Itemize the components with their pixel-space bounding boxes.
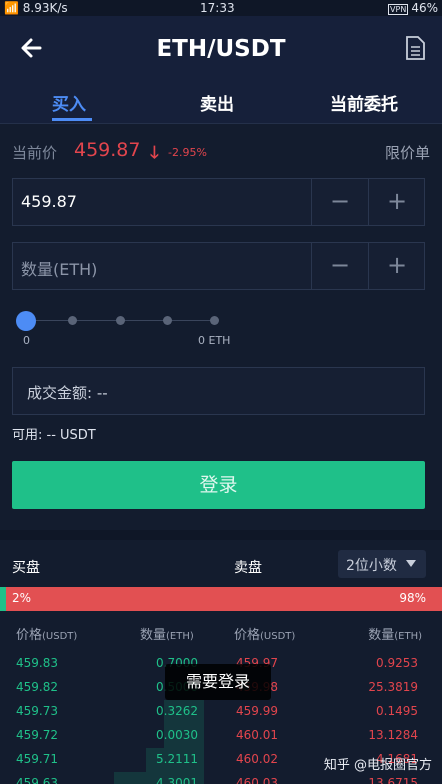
clock: 17:33 [200, 1, 235, 15]
sell-qty: 0.9253 [376, 656, 418, 670]
slider-step[interactable] [163, 316, 172, 325]
slider-step[interactable] [68, 316, 77, 325]
price-minus-button[interactable]: − [311, 179, 368, 225]
available-balance: 可用: -- USDT [12, 428, 96, 443]
slider-min-label: 0 [23, 334, 30, 347]
buy-price: 459.72 [16, 728, 58, 742]
total-amount-text: 成交金额: -- [27, 384, 108, 402]
page-title: ETH/USDT [156, 36, 286, 62]
col-buy-qty: 数量(ETH) [140, 628, 194, 643]
price-input[interactable]: 459.87 [21, 192, 77, 211]
current-price-label: 当前价 [12, 144, 58, 162]
buy-price: 459.71 [16, 752, 58, 766]
sell-price: 460.03 [236, 776, 278, 784]
signal-speed: 📶 8.93K/s [4, 1, 68, 15]
price-plus-button[interactable]: + [368, 179, 425, 225]
login-required-toast: 需要登录 [165, 664, 271, 700]
col-sell-price: 价格(USDT) [234, 628, 296, 643]
orderbook-header: 买盘 卖盘 2位小数 [0, 548, 442, 584]
caret-down-icon [406, 560, 416, 567]
battery-level: 46% [411, 1, 438, 15]
arrow-down-icon: 🡓 [150, 143, 159, 163]
col-buy-price: 价格(USDT) [16, 628, 78, 643]
sell-qty: 13.6715 [368, 776, 418, 784]
sell-price: 460.01 [236, 728, 278, 742]
price-change-percent: -2.95% [168, 146, 207, 159]
sell-qty: 13.1284 [368, 728, 418, 742]
sell-qty: 0.1495 [376, 704, 418, 718]
decimals-dropdown[interactable]: 2位小数 [338, 550, 426, 578]
sell-ratio: 98% [399, 591, 426, 605]
tab-sell[interactable]: 卖出 [200, 90, 234, 115]
buy-qty: 4.3001 [156, 776, 198, 784]
sell-price: 460.02 [236, 752, 278, 766]
buy-price: 459.82 [16, 680, 58, 694]
document-icon[interactable] [404, 36, 426, 60]
amount-input-field[interactable]: 数量(ETH) − + [12, 242, 425, 290]
slider-handle[interactable] [16, 311, 36, 331]
col-sell-qty: 数量(ETH) [368, 628, 422, 643]
buy-ratio: 2% [12, 591, 32, 605]
sell-qty: 25.3819 [368, 680, 418, 694]
orderbook-row[interactable]: 459.72 0.0030 460.01 13.1284 [0, 724, 442, 748]
vpn-badge: VPN [388, 4, 409, 15]
section-divider [0, 530, 442, 540]
active-tab-indicator [52, 118, 92, 121]
current-price-row: 当前价 459.87 🡓 -2.95% 限价单 [12, 139, 430, 164]
buy-ratio-fill [0, 587, 6, 611]
amount-input[interactable]: 数量(ETH) [21, 256, 97, 280]
buy-price: 459.73 [16, 704, 58, 718]
buy-price: 459.83 [16, 656, 58, 670]
slider-step[interactable] [116, 316, 125, 325]
orderbook-columns: 价格(USDT) 数量(ETH) 价格(USDT) 数量(ETH) [0, 622, 442, 644]
login-button[interactable]: 登录 [12, 461, 425, 509]
buy-price: 459.63 [16, 776, 58, 784]
buy-qty: 5.2111 [156, 752, 198, 766]
battery-area: VPN 46% [388, 1, 438, 15]
orderbook-row[interactable]: 459.63 4.3001 460.03 13.6715 [0, 772, 442, 784]
total-amount-field: 成交金额: -- [12, 367, 425, 415]
tab-buy[interactable]: 买入 [52, 90, 86, 115]
amount-minus-button[interactable]: − [311, 243, 368, 289]
orderbook-row[interactable]: 459.73 0.3262 459.99 0.1495 [0, 700, 442, 724]
status-bar: 📶 8.93K/s 17:33 VPN 46% [0, 0, 442, 16]
tab-open-orders[interactable]: 当前委托 [330, 90, 398, 115]
buy-side-label: 买盘 [12, 560, 40, 576]
slider-step[interactable] [210, 316, 219, 325]
buy-qty: 0.0030 [156, 728, 198, 742]
decimals-value: 2位小数 [346, 558, 397, 574]
buy-sell-ratio-bar: 2% 98% [0, 587, 442, 611]
sell-price: 459.99 [236, 704, 278, 718]
buy-qty: 0.3262 [156, 704, 198, 718]
price-input-field[interactable]: 459.87 − + [12, 178, 425, 226]
amount-slider[interactable]: 0 0 ETH [12, 308, 272, 348]
sell-side-label: 卖盘 [234, 560, 262, 576]
slider-max-label: 0 ETH [198, 334, 231, 347]
amount-plus-button[interactable]: + [368, 243, 425, 289]
watermark-text: 知乎 @电报圈官方 [323, 758, 432, 773]
order-type-selector[interactable]: 限价单 [385, 142, 430, 163]
trade-tabs: 买入 卖出 当前委托 [0, 80, 442, 124]
app-header: ETH/USDT [0, 16, 442, 80]
current-price-value: 459.87 [74, 139, 141, 161]
